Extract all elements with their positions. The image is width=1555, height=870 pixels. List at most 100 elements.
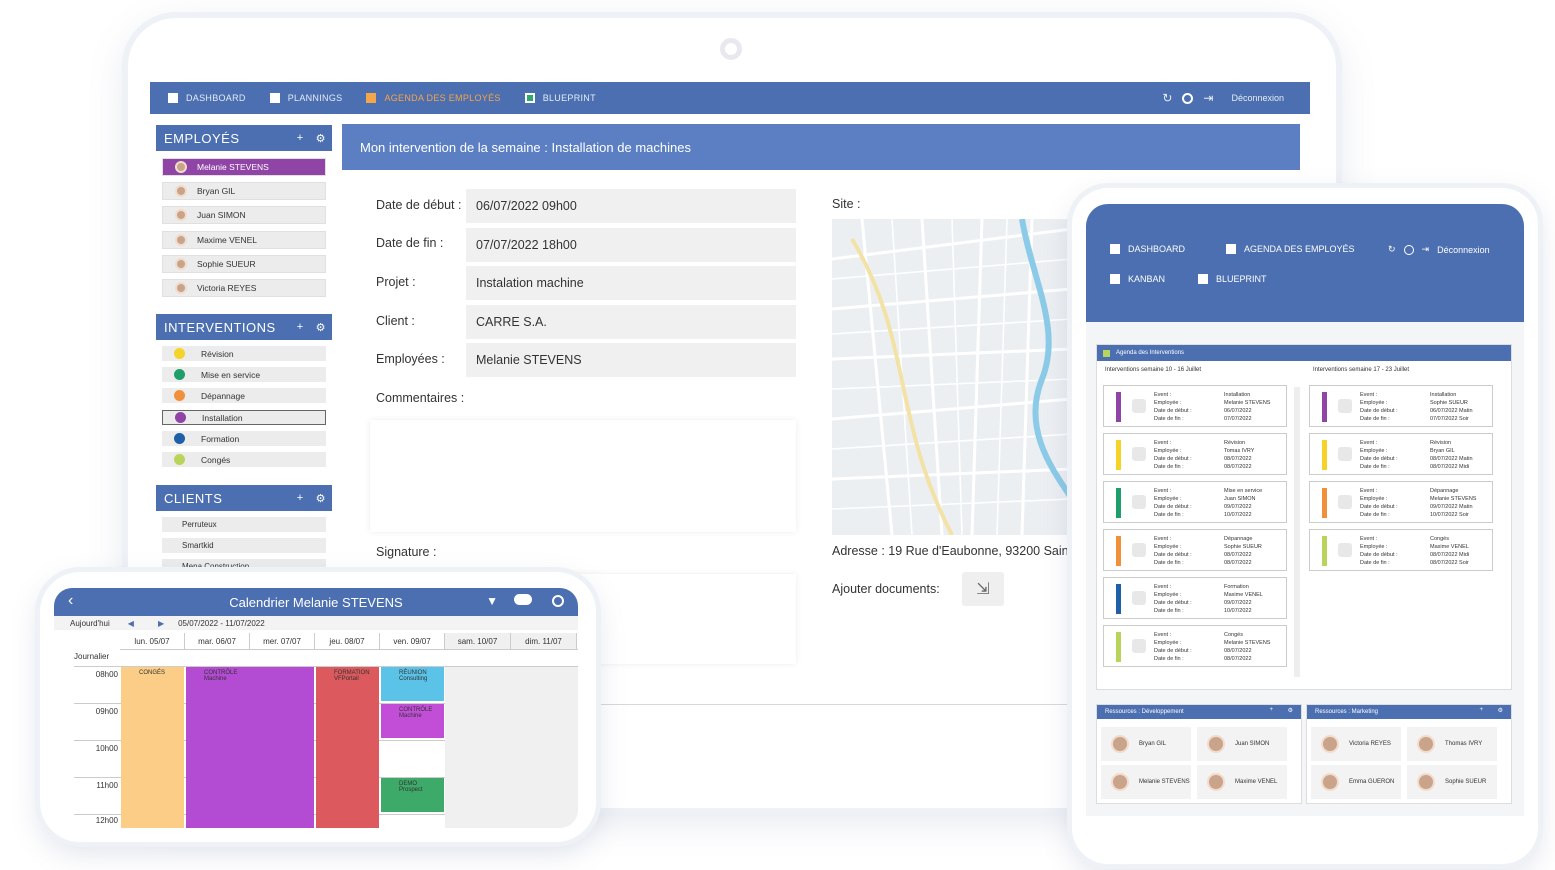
intervention-card[interactable]: Event : Employée : Date de début : Date de … [1309, 385, 1493, 427]
resource-card[interactable]: Bryan GIL [1101, 727, 1191, 761]
nav-agenda[interactable]: AGENDA DES EMPLOYÉS [366, 93, 500, 103]
prev-week-icon[interactable]: ◀ [128, 619, 134, 628]
day-header[interactable]: sam. 10/07 [445, 633, 511, 649]
intervention-item[interactable]: Installation [162, 410, 326, 425]
client-item[interactable]: Perruteux [162, 517, 326, 532]
resource-card[interactable]: Melanie STEVENS [1101, 765, 1191, 799]
employees-field[interactable]: Melanie STEVENS [466, 343, 796, 377]
power-icon[interactable] [552, 595, 564, 607]
intervention-card[interactable]: Event : Employée : Date de début : Date de … [1103, 433, 1287, 475]
comments-textarea[interactable] [370, 420, 796, 532]
day-header[interactable]: jeu. 08/07 [315, 633, 380, 649]
scrollbar[interactable] [1294, 387, 1300, 677]
intervention-item[interactable]: Dépannage [162, 388, 326, 403]
card-value: Sophie SUEUR [1430, 400, 1468, 406]
intervention-card[interactable]: Event : Employée : Date de début : Date de … [1103, 577, 1287, 619]
site-map[interactable] [832, 219, 1072, 535]
day-header[interactable]: ven. 09/07 [380, 633, 445, 649]
intervention-card[interactable]: Event : Employée : Date de début : Date de … [1309, 433, 1493, 475]
end-date-field[interactable]: 07/07/2022 18h00 [466, 228, 796, 262]
logout-link[interactable]: Déconnexion [1231, 93, 1284, 103]
intervention-item[interactable]: Congés [162, 452, 326, 467]
nav-dashboard[interactable]: DASHBOARD [1110, 244, 1185, 254]
logout-icon[interactable]: ⇥ [1203, 91, 1213, 105]
avatar [175, 209, 187, 221]
add-icon[interactable]: + [1479, 707, 1483, 713]
nav-blueprint[interactable]: BLUEPRINT [524, 93, 596, 103]
employee-item[interactable]: Melanie STEVENS [162, 158, 326, 176]
resource-card[interactable]: Thomas IVRY [1407, 727, 1497, 761]
refresh-icon[interactable]: ↻ [1388, 244, 1396, 255]
start-date-label: Date de début : [376, 198, 462, 212]
employee-item[interactable]: Maxime VENEL [162, 231, 326, 249]
info-icon[interactable] [1403, 244, 1414, 255]
refresh-icon[interactable]: ↻ [1162, 91, 1172, 105]
back-icon[interactable]: ‹ [68, 592, 73, 610]
employee-item[interactable]: Bryan GIL [162, 182, 326, 200]
add-intervention-icon[interactable]: + [297, 321, 304, 334]
event-block[interactable]: FORMATION VFPortail [316, 667, 379, 828]
kanban-icon [1110, 274, 1120, 284]
intervention-item[interactable]: Formation [162, 431, 326, 446]
intervention-card[interactable]: Event : Employée : Date de début : Date de … [1103, 625, 1287, 667]
resource-card[interactable]: Victoria REYES [1311, 727, 1401, 761]
nav-dashboard[interactable]: DASHBOARD [168, 93, 246, 103]
today-button[interactable]: Aujourd'hui [70, 619, 110, 628]
event-block[interactable]: CONTRÔLE Machine [381, 704, 444, 738]
settings-icon[interactable]: ⚙ [1498, 707, 1503, 714]
intervention-card[interactable]: Event : Employée : Date de début : Date de … [1309, 529, 1493, 571]
day-header[interactable]: mer. 07/07 [250, 633, 315, 649]
intervention-item[interactable]: Révision [162, 346, 326, 361]
settings-icon[interactable]: ⚙ [1288, 707, 1293, 714]
day-header[interactable]: dim. 11/07 [511, 633, 577, 649]
resource-card[interactable]: Juan SIMON [1197, 727, 1287, 761]
event-block[interactable]: DEMO Prospect [381, 778, 444, 812]
filter-icon[interactable]: ▼ [486, 594, 498, 608]
intervention-card[interactable]: Event : Employée : Date de début : Date de … [1309, 481, 1493, 523]
nav-kanban[interactable]: KANBAN [1110, 274, 1165, 284]
employee-item[interactable]: Victoria REYES [162, 279, 326, 297]
employee-item[interactable]: Sophie SUEUR [162, 255, 326, 273]
add-employee-icon[interactable]: + [297, 132, 304, 145]
logout-icon[interactable]: ⇥ [1422, 244, 1430, 255]
card-key: Employée : [1360, 544, 1388, 550]
card-value: Congés [1224, 632, 1243, 638]
card-key: Event : [1154, 584, 1172, 590]
resource-card[interactable]: Emma GUERON [1311, 765, 1401, 799]
card-key: Event : [1360, 392, 1378, 398]
avatar [1111, 773, 1129, 791]
event-block[interactable]: CONTRÔLE Machine [186, 667, 314, 828]
next-week-icon[interactable]: ▶ [158, 619, 164, 628]
event-block[interactable]: RÉUNION Consulting [381, 667, 444, 701]
add-icon[interactable]: + [1269, 707, 1273, 713]
info-icon[interactable] [1182, 92, 1194, 104]
day-header[interactable]: mar. 06/07 [185, 633, 250, 649]
intervention-card[interactable]: Event : Employée : Date de début : Date de … [1103, 529, 1287, 571]
intervention-item[interactable]: Mise en service [162, 367, 326, 382]
nav-agenda[interactable]: AGENDA DES EMPLOYÉS [1226, 244, 1355, 254]
intervention-card[interactable]: Event : Employée : Date de début : Date de … [1103, 481, 1287, 523]
client-field[interactable]: CARRE S.A. [466, 305, 796, 339]
cloud-icon[interactable] [514, 594, 532, 605]
nav-plannings[interactable]: PLANNINGS [269, 93, 343, 103]
card-key: Event : [1154, 536, 1172, 542]
logout-link[interactable]: Déconnexion [1437, 245, 1490, 255]
add-client-icon[interactable]: + [297, 492, 304, 505]
settings-client-icon[interactable]: ⚙ [316, 492, 326, 505]
intervention-card[interactable]: Event : Employée : Date de début : Date de … [1103, 385, 1287, 427]
resource-card[interactable]: Maxime VENEL [1197, 765, 1287, 799]
project-field[interactable]: Instalation machine [466, 266, 796, 300]
day-header[interactable]: lun. 05/07 [120, 633, 185, 649]
settings-intervention-icon[interactable]: ⚙ [316, 321, 326, 334]
avatar [175, 234, 187, 246]
upload-document-icon[interactable]: ⇲ [962, 572, 1004, 606]
nav-blueprint[interactable]: BLUEPRINT [1198, 274, 1267, 284]
start-date-field[interactable]: 06/07/2022 09h00 [466, 189, 796, 223]
settings-employee-icon[interactable]: ⚙ [316, 132, 326, 145]
avatar [175, 161, 187, 173]
event-block[interactable]: CONGÉS [121, 667, 184, 828]
client-item[interactable]: Smartkid [162, 538, 326, 553]
resource-card[interactable]: Sophie SUEUR [1407, 765, 1497, 799]
card-key: Date de fin : [1154, 512, 1184, 518]
employee-item[interactable]: Juan SIMON [162, 206, 326, 224]
